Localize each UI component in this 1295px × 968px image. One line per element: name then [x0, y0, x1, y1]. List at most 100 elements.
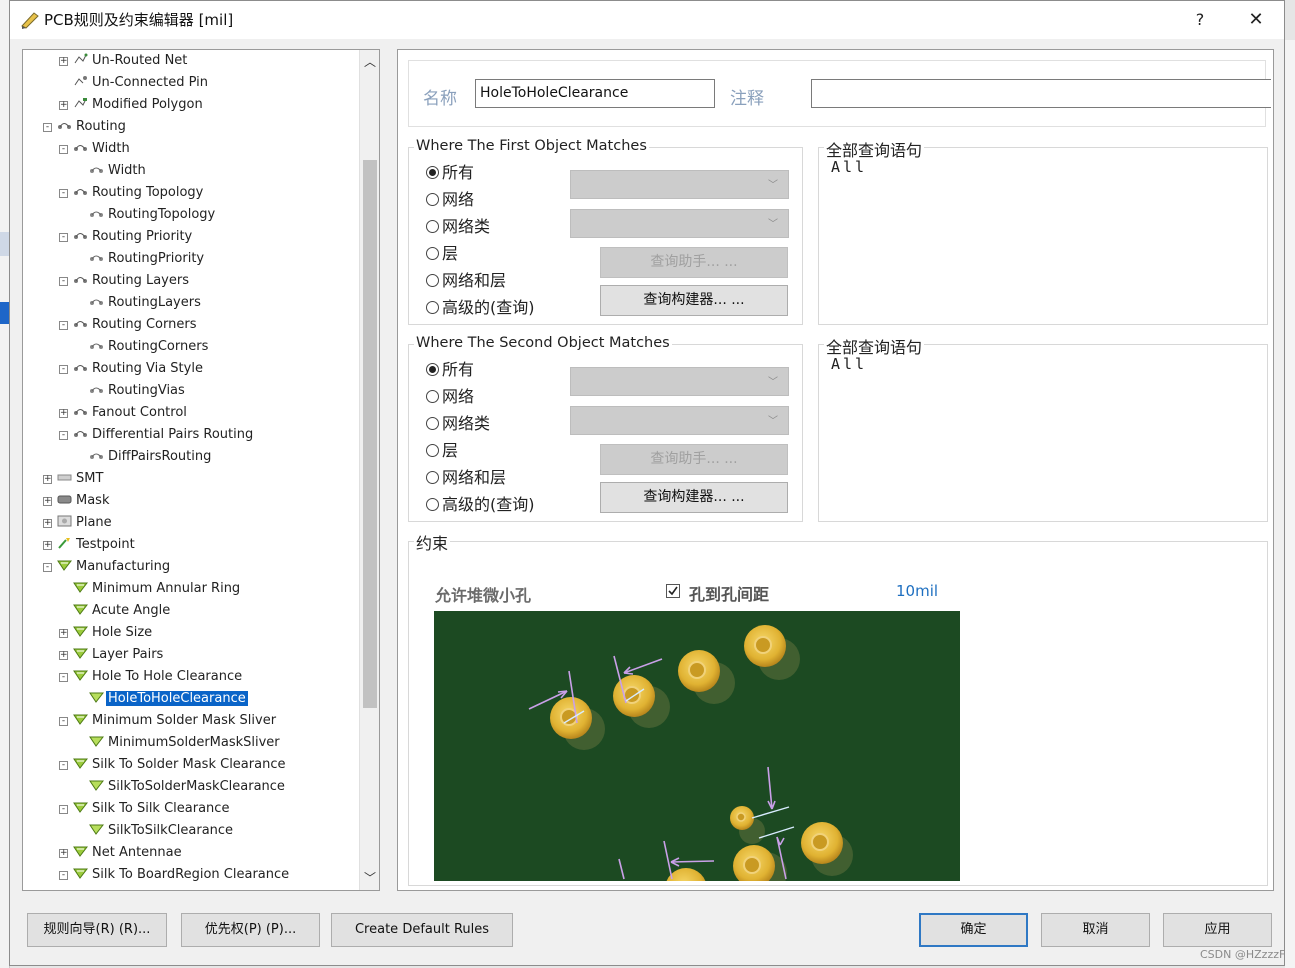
tree-item[interactable]: Differential Pairs Routing	[73, 424, 255, 446]
tree-item[interactable]: RoutingVias	[89, 380, 187, 402]
first-query-builder-button[interactable]: 查询构建器... ...	[600, 285, 788, 316]
first-net-combo[interactable]: ﹀	[570, 170, 789, 199]
rule-name-input[interactable]: HoleToHoleClearance	[475, 79, 715, 108]
radio-button[interactable]	[426, 166, 439, 179]
expand-icon[interactable]: +	[59, 629, 68, 638]
expand-icon[interactable]: +	[59, 57, 68, 66]
second-net-combo[interactable]: ﹀	[570, 367, 789, 396]
second_match-option[interactable]: 网络类	[426, 412, 490, 436]
scrollbar-thumb[interactable]	[363, 160, 377, 708]
expand-icon[interactable]: +	[43, 497, 52, 506]
apply-button[interactable]: 应用	[1163, 913, 1272, 947]
tree-item[interactable]: Fanout Control	[73, 402, 189, 424]
priority-button[interactable]: 优先权(P) (P)...	[181, 913, 320, 947]
second_match-option[interactable]: 网络	[426, 385, 474, 409]
tree-item[interactable]: SilkToSolderMaskClearance	[89, 776, 287, 798]
rule-comment-input[interactable]	[811, 79, 1271, 108]
radio-button[interactable]	[426, 220, 439, 233]
rules-tree[interactable]: Un-Routed Net + Un-Connected Pin Modified P…	[22, 49, 380, 891]
expand-icon[interactable]: +	[59, 849, 68, 858]
collapse-icon[interactable]: -	[59, 233, 68, 242]
collapse-icon[interactable]: -	[59, 431, 68, 440]
tree-item[interactable]: Routing Layers	[73, 270, 191, 292]
collapse-icon[interactable]: -	[59, 321, 68, 330]
second-query-builder-button[interactable]: 查询构建器... ...	[600, 482, 788, 513]
first_match-option[interactable]: 所有	[426, 161, 474, 185]
second-query-helper-button[interactable]: 查询助手... ...	[600, 444, 788, 475]
collapse-icon[interactable]: -	[59, 673, 68, 682]
tree-item[interactable]: MinimumSolderMaskSliver	[89, 732, 282, 754]
create-default-rules-button[interactable]: Create Default Rules	[331, 913, 513, 947]
ok-button[interactable]: 确定	[919, 913, 1028, 947]
first-query-helper-button[interactable]: 查询助手... ...	[600, 247, 788, 278]
tree-item[interactable]: DiffPairsRouting	[89, 446, 213, 468]
collapse-icon[interactable]: -	[59, 717, 68, 726]
second_match-option[interactable]: 层	[426, 439, 458, 463]
tree-item[interactable]: Width	[89, 160, 148, 182]
tree-item[interactable]: Plane	[57, 512, 114, 534]
first_match-option[interactable]: 网络类	[426, 215, 490, 239]
first_match-option[interactable]: 网络和层	[426, 269, 506, 293]
scroll-down-icon[interactable]: ﹀	[360, 868, 379, 888]
close-button[interactable]: ✕	[1236, 5, 1276, 35]
expand-icon[interactable]: +	[43, 541, 52, 550]
tree-item[interactable]: Width	[73, 138, 132, 160]
tree-item[interactable]: Modified Polygon	[73, 94, 205, 116]
tree-item[interactable]: RoutingLayers	[89, 292, 203, 314]
collapse-icon[interactable]: -	[59, 145, 68, 154]
cancel-button[interactable]: 取消	[1041, 913, 1150, 947]
radio-button[interactable]	[426, 363, 439, 376]
first-netclass-combo[interactable]: ﹀	[570, 209, 789, 238]
tree-item[interactable]: SMT	[57, 468, 105, 490]
tree-item[interactable]: RoutingCorners	[89, 336, 210, 358]
hole-to-hole-checkbox[interactable]	[666, 584, 680, 598]
second_match-option[interactable]: 网络和层	[426, 466, 506, 490]
radio-button[interactable]	[426, 417, 439, 430]
radio-button[interactable]	[426, 444, 439, 457]
radio-button[interactable]	[426, 471, 439, 484]
tree-item[interactable]: SilkToSilkClearance	[89, 820, 235, 842]
expand-icon[interactable]: +	[43, 475, 52, 484]
collapse-icon[interactable]: -	[43, 123, 52, 132]
collapse-icon[interactable]: -	[59, 277, 68, 286]
tree-item[interactable]: Routing Priority	[73, 226, 194, 248]
rule-wizard-button[interactable]: 规则向导(R) (R)...	[27, 913, 167, 947]
radio-button[interactable]	[426, 274, 439, 287]
tree-item[interactable]: Silk To Solder Mask Clearance	[73, 754, 287, 776]
collapse-icon[interactable]: -	[59, 365, 68, 374]
second_match-option[interactable]: 高级的(查询)	[426, 493, 535, 517]
clearance-value[interactable]: 10mil	[896, 582, 938, 600]
tree-item[interactable]: Routing Corners	[73, 314, 198, 336]
tree-item[interactable]: Hole Size	[73, 622, 154, 644]
tree-vertical-scrollbar[interactable]: ︿ ﹀	[359, 50, 379, 890]
expand-icon[interactable]: +	[59, 409, 68, 418]
second-query-text[interactable]: All	[831, 355, 867, 373]
collapse-icon[interactable]: -	[59, 871, 68, 880]
first_match-option[interactable]: 层	[426, 242, 458, 266]
tree-item[interactable]: Testpoint	[57, 534, 137, 556]
second_match-option[interactable]: 所有	[426, 358, 474, 382]
scroll-up-icon[interactable]: ︿	[360, 52, 379, 72]
tree-item[interactable]: Silk To BoardRegion Clearance	[73, 864, 291, 886]
tree-item[interactable]: Minimum Solder Mask Sliver	[73, 710, 278, 732]
first_match-option[interactable]: 网络	[426, 188, 474, 212]
tree-item[interactable]: HoleToHoleClearance	[89, 688, 248, 710]
tree-item[interactable]: Manufacturing	[57, 556, 172, 578]
help-button[interactable]: ?	[1180, 5, 1220, 35]
tree-item[interactable]: Layer Pairs	[73, 644, 165, 666]
tree-item[interactable]: RoutingPriority	[89, 248, 206, 270]
tree-item[interactable]: Routing Topology	[73, 182, 205, 204]
first-query-text[interactable]: All	[831, 158, 867, 176]
collapse-icon[interactable]: -	[43, 563, 52, 572]
collapse-icon[interactable]: -	[59, 761, 68, 770]
collapse-icon[interactable]: -	[59, 805, 68, 814]
tree-item[interactable]: Minimum Annular Ring	[73, 578, 242, 600]
tree-item[interactable]: Un-Routed Net	[73, 50, 189, 72]
tree-item[interactable]: RoutingTopology	[89, 204, 217, 226]
radio-button[interactable]	[426, 301, 439, 314]
tree-item[interactable]: Mask	[57, 490, 111, 512]
tree-item[interactable]: Routing Via Style	[73, 358, 205, 380]
tree-item[interactable]: Un-Connected Pin	[73, 72, 210, 94]
radio-button[interactable]	[426, 247, 439, 260]
first_match-option[interactable]: 高级的(查询)	[426, 296, 535, 320]
